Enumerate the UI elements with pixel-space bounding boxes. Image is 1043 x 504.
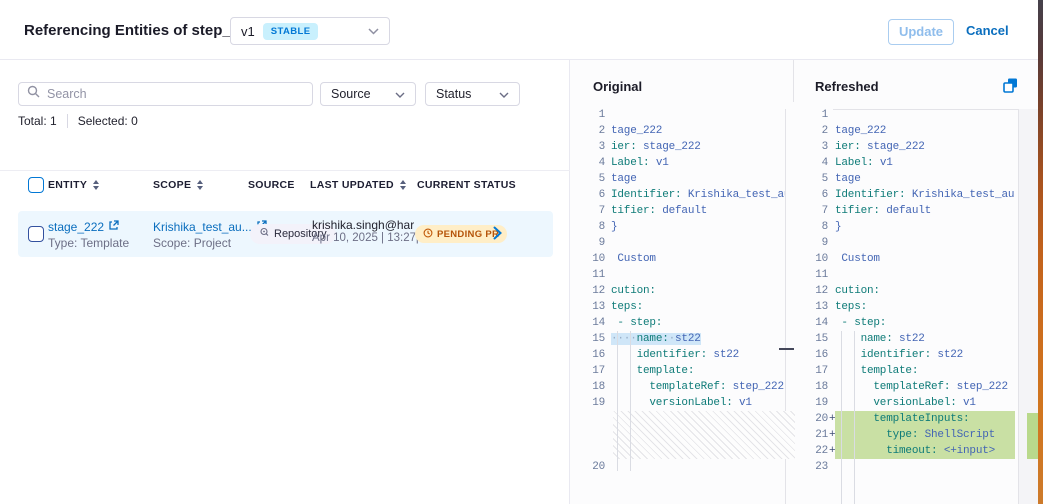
status-filter-label: Status — [436, 87, 471, 101]
refreshed-pane-title: Refreshed — [815, 79, 879, 94]
scope-link[interactable]: Krishika_test_au... — [153, 220, 252, 234]
code-line: 14 - step: — [808, 315, 1038, 331]
code-line: 2tage_222 — [808, 123, 1038, 139]
code-line: 12cution: — [585, 283, 795, 299]
chevron-down-icon — [368, 22, 379, 40]
total-count: Total: 1 — [18, 114, 57, 128]
code-line: 18 templateRef: step_222 — [808, 379, 1038, 395]
cancel-button[interactable]: Cancel — [966, 23, 1009, 38]
table-row[interactable]: stage_222 Type: Template Krishika_test_a… — [18, 211, 553, 257]
code-line: 11 — [585, 267, 795, 283]
code-line: 8} — [585, 219, 795, 235]
code-line: 11 — [808, 267, 1038, 283]
code-line: 15 name: st22 — [808, 331, 1038, 347]
search-input[interactable] — [47, 87, 304, 101]
code-line: 10 Custom — [808, 251, 1038, 267]
code-line: 2tage_222 — [585, 123, 795, 139]
code-line: 5tage — [808, 171, 1038, 187]
chevron-down-icon — [395, 87, 405, 101]
code-line: 1 — [585, 107, 795, 123]
version-label: v1 — [241, 24, 255, 39]
entity-cell: stage_222 Type: Template — [48, 218, 129, 250]
chevron-down-icon — [499, 87, 509, 101]
referencing-entities-drawer: Referencing Entities of step_222 v1 STAB… — [0, 0, 1043, 504]
code-line: 22+ timeout: <+input> — [808, 443, 1038, 459]
code-line: 5tage — [585, 171, 795, 187]
code-line: 16 identifier: st22 — [808, 347, 1038, 363]
code-line: 19 versionLabel: v1 — [808, 395, 1038, 411]
code-line: 13teps: — [585, 299, 795, 315]
code-line: 12cution: — [808, 283, 1038, 299]
code-line: 7tifier: default — [585, 203, 795, 219]
version-stable-badge: STABLE — [263, 23, 319, 40]
diff-section: Original Refreshed 12tage_2223ier: stage… — [570, 60, 1043, 504]
column-header-scope: SCOPE — [153, 179, 203, 191]
column-header-current-status: CURRENT STATUS — [417, 179, 516, 191]
column-header-last-updated: LAST UPDATED — [310, 179, 406, 191]
indent-guide — [630, 331, 631, 471]
code-line: 10 Custom — [585, 251, 795, 267]
source-filter-label: Source — [331, 87, 371, 101]
last-updated-cell: krishika.singh@harnes... Apr 10, 2025 | … — [312, 218, 414, 244]
code-line: 9 — [585, 235, 795, 251]
refreshed-code-pane[interactable]: 12tage_2223ier: stage_2224Label: v15tage… — [808, 107, 1038, 475]
updated-at: Apr 10, 2025 | 13:27pm — [312, 232, 414, 244]
diff-placeholder-hatch — [613, 411, 795, 459]
repository-icon — [259, 227, 270, 241]
code-line: 8} — [808, 219, 1038, 235]
original-pane-title: Original — [593, 79, 642, 94]
search-icon — [27, 85, 40, 103]
scope-sub: Scope: Project — [153, 236, 267, 250]
sort-icon[interactable] — [93, 180, 99, 190]
code-line: 3ier: stage_222 — [585, 139, 795, 155]
code-line: 21+ type: ShellScript — [808, 427, 1038, 443]
code-line: 7tifier: default — [808, 203, 1038, 219]
divider — [67, 114, 68, 128]
entities-panel: Source Status Total: 1 Selected: 0 ENTIT… — [0, 60, 570, 504]
indent-guide — [617, 331, 618, 471]
copy-icon[interactable] — [1002, 77, 1020, 95]
sort-icon[interactable] — [400, 180, 406, 190]
entity-link[interactable]: stage_222 — [48, 220, 104, 234]
code-line: 17 template: — [808, 363, 1038, 379]
indent-guide — [854, 331, 855, 504]
sort-icon[interactable] — [197, 180, 203, 190]
code-line: 23 — [808, 459, 1038, 475]
update-button[interactable]: Update — [888, 19, 954, 45]
code-line: 6Identifier: Krishika_test_aut — [585, 187, 795, 203]
divider — [0, 170, 570, 171]
updated-by: krishika.singh@harnes... — [312, 218, 414, 232]
drawer-header: Referencing Entities of step_222 v1 STAB… — [0, 0, 1038, 60]
code-line: 4Label: v1 — [808, 155, 1038, 171]
column-header-source: SOURCE — [248, 179, 295, 191]
page-title: Referencing Entities of step_222 — [24, 22, 256, 39]
search-box[interactable] — [18, 82, 313, 106]
code-line: 20+ templateInputs: — [808, 411, 1038, 427]
code-line: 6Identifier: Krishika_test_aut — [808, 187, 1038, 203]
external-link-icon[interactable] — [108, 218, 119, 236]
divider — [793, 60, 794, 102]
chevron-right-icon[interactable] — [493, 226, 502, 245]
indent-guide — [841, 331, 842, 504]
column-header-entity: ENTITY — [48, 179, 99, 191]
row-checkbox[interactable] — [28, 226, 44, 242]
code-line: 9 — [808, 235, 1038, 251]
background-page-edge — [1038, 0, 1043, 504]
select-all-checkbox[interactable] — [28, 177, 44, 193]
code-line: 3ier: stage_222 — [808, 139, 1038, 155]
code-line: 13teps: — [808, 299, 1038, 315]
code-line: 14 - step: — [585, 315, 795, 331]
selected-count: Selected: 0 — [78, 114, 138, 128]
totals-bar: Total: 1 Selected: 0 — [18, 114, 138, 128]
code-line: 1 — [808, 107, 1038, 123]
clock-icon — [423, 228, 433, 241]
code-line: 4Label: v1 — [585, 155, 795, 171]
entity-type: Type: Template — [48, 236, 129, 250]
source-filter-dropdown[interactable]: Source — [320, 82, 416, 106]
status-filter-dropdown[interactable]: Status — [425, 82, 520, 106]
version-select[interactable]: v1 STABLE — [230, 17, 390, 45]
